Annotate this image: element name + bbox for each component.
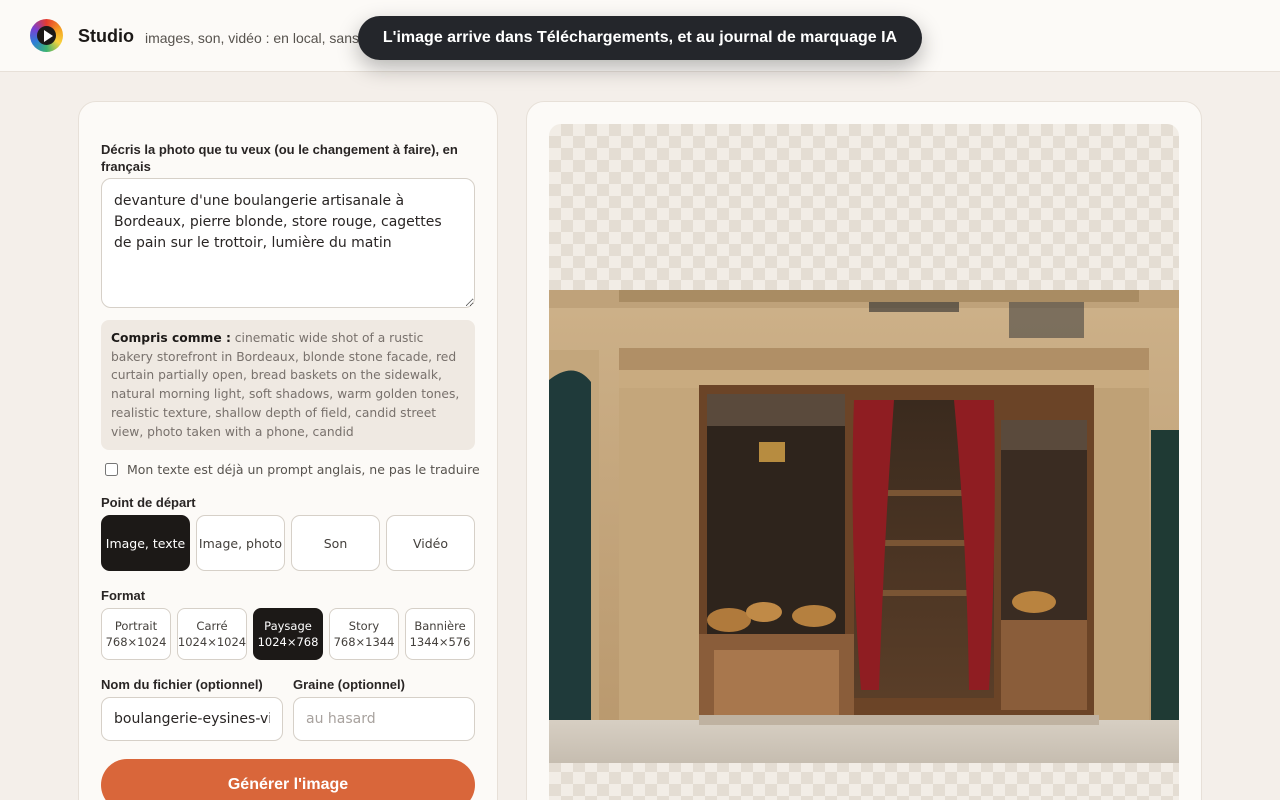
seed-label: Graine (optionnel)	[293, 677, 405, 692]
studio-logo-icon	[30, 19, 63, 52]
format-size: 768×1344	[333, 635, 395, 649]
filename-input[interactable]	[101, 697, 283, 741]
no-translate-label: Mon texte est déjà un prompt anglais, ne…	[127, 462, 480, 477]
generate-image-button[interactable]: Générer l'image	[101, 759, 475, 800]
prompt-input[interactable]: devanture d'une boulangerie artisanale à…	[101, 178, 475, 308]
format-option-story[interactable]: Story 768×1344	[329, 608, 399, 660]
start-point-label: Point de départ	[101, 495, 196, 510]
format-option-paysage[interactable]: Paysage 1024×768	[253, 608, 323, 660]
format-option-carre[interactable]: Carré 1024×1024	[177, 608, 247, 660]
format-size: 1024×768	[257, 635, 319, 649]
start-option-son[interactable]: Son	[291, 515, 380, 571]
format-name: Story	[348, 619, 380, 633]
format-options: Portrait 768×1024 Carré 1024×1024 Paysage 1…	[101, 608, 475, 660]
generated-bakery-image	[549, 290, 1179, 763]
understood-as-box: Compris comme : cinematic wide shot of a…	[101, 320, 475, 450]
no-translate-checkbox[interactable]	[105, 463, 118, 476]
start-point-options: Image, texte Image, photo Son Vidéo	[101, 515, 475, 571]
no-translate-row: Mon texte est déjà un prompt anglais, ne…	[105, 462, 480, 477]
start-option-video[interactable]: Vidéo	[386, 515, 475, 571]
preview-panel	[526, 101, 1202, 800]
filename-label: Nom du fichier (optionnel)	[101, 677, 263, 692]
understood-label: Compris comme :	[111, 331, 231, 345]
format-size: 1024×1024	[177, 635, 247, 649]
preview-canvas	[549, 124, 1179, 800]
start-option-image-photo[interactable]: Image, photo	[196, 515, 285, 571]
format-name: Paysage	[264, 619, 312, 633]
format-size: 768×1024	[105, 635, 167, 649]
format-option-banniere[interactable]: Bannière 1344×576	[405, 608, 475, 660]
generation-form: Décris la photo que tu veux (ou le chang…	[78, 101, 498, 800]
format-option-portrait[interactable]: Portrait 768×1024	[101, 608, 171, 660]
start-option-image-texte[interactable]: Image, texte	[101, 515, 190, 571]
brand-name: Studio	[78, 26, 134, 46]
format-name: Portrait	[114, 619, 158, 633]
tagline: images, son, vidéo : en local, sans	[145, 30, 360, 46]
download-toast: L'image arrive dans Téléchargements, et …	[358, 16, 922, 60]
seed-input[interactable]	[293, 697, 475, 741]
format-name: Carré	[196, 619, 228, 633]
prompt-label: Décris la photo que tu veux (ou le chang…	[101, 142, 458, 174]
format-size: 1344×576	[409, 635, 471, 649]
format-name: Bannière	[414, 619, 466, 633]
format-label: Format	[101, 588, 146, 603]
understood-text: cinematic wide shot of a rustic bakery s…	[111, 331, 460, 439]
